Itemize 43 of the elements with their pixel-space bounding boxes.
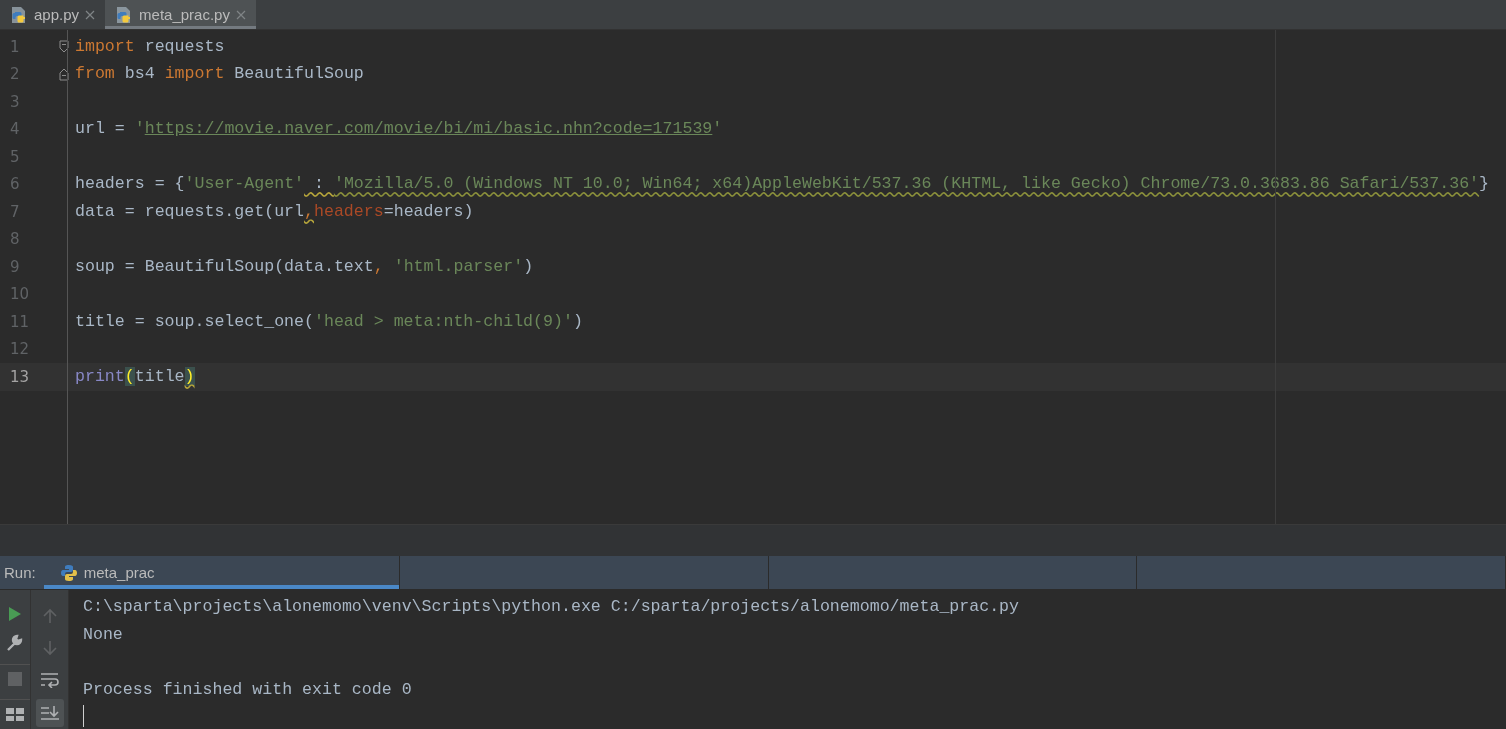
layout-icon[interactable]	[6, 708, 24, 722]
soft-wrap-icon[interactable]	[39, 672, 60, 688]
wrench-icon[interactable]	[6, 634, 24, 653]
code-line: print(title)	[75, 365, 195, 388]
fold-icon[interactable]	[57, 40, 70, 54]
close-icon[interactable]	[85, 9, 96, 20]
editor-tab[interactable]: meta_prac.py	[105, 0, 256, 29]
line-number: 6	[9, 175, 21, 194]
line-number: 7	[9, 202, 21, 221]
close-icon[interactable]	[235, 9, 246, 20]
line-number: 9	[9, 257, 21, 276]
line-number: 5	[9, 147, 21, 166]
line-number: 11	[9, 312, 31, 331]
text-cursor	[83, 705, 84, 727]
up-arrow-icon[interactable]	[42, 608, 57, 624]
code-line: url = 'https://movie.naver.com/movie/bi/mi/basic.nhn?code=171539'	[75, 118, 723, 141]
run-label: Run:	[3, 563, 37, 583]
code-line: data = requests.get(url,headers=headers)	[75, 200, 474, 223]
scroll-to-end-icon[interactable]	[39, 704, 60, 722]
python-icon	[59, 563, 78, 582]
line-number: 8	[9, 230, 21, 249]
fold-icon[interactable]	[57, 67, 70, 81]
line-number: 3	[9, 92, 21, 111]
down-arrow-icon[interactable]	[42, 640, 57, 656]
console-output-line: None	[83, 623, 124, 646]
line-number: 12	[9, 340, 31, 359]
editor-tab[interactable]: app.py	[0, 0, 106, 29]
console-output-line: C:\sparta\projects\alonemomo\venv\Scripts\python.exe C:/sparta/projects/alonemomo/meta_prac.py	[83, 596, 1020, 618]
run-icon[interactable]	[8, 606, 22, 623]
line-number: 10	[9, 285, 31, 304]
python-file-icon	[10, 5, 28, 24]
line-number: 1	[9, 37, 21, 56]
code-line: headers = {'User-Agent' : 'Mozilla/5.0 (Windows NT 10.0; Win64; x64)AppleWebKit/537.36 (KHTML, like Gecko) Chrome/73.0.3683.86 Safari/537.36'}	[75, 173, 1490, 196]
code-line: import requests	[75, 35, 225, 58]
line-number: 2	[9, 65, 21, 84]
run-tab[interactable]: meta_prac	[43, 556, 401, 589]
stop-icon[interactable]	[8, 671, 22, 686]
line-number: 4	[9, 120, 21, 139]
line-number: 13	[9, 367, 31, 386]
code-line: soup = BeautifulSoup(data.text, 'html.parser')	[75, 255, 534, 278]
code-line: title = soup.select_one('head > meta:nth-child(9)')	[75, 310, 583, 333]
console-output-line: Process finished with exit code 0	[83, 678, 413, 701]
code-line: from bs4 import BeautifulSoup	[75, 63, 364, 86]
